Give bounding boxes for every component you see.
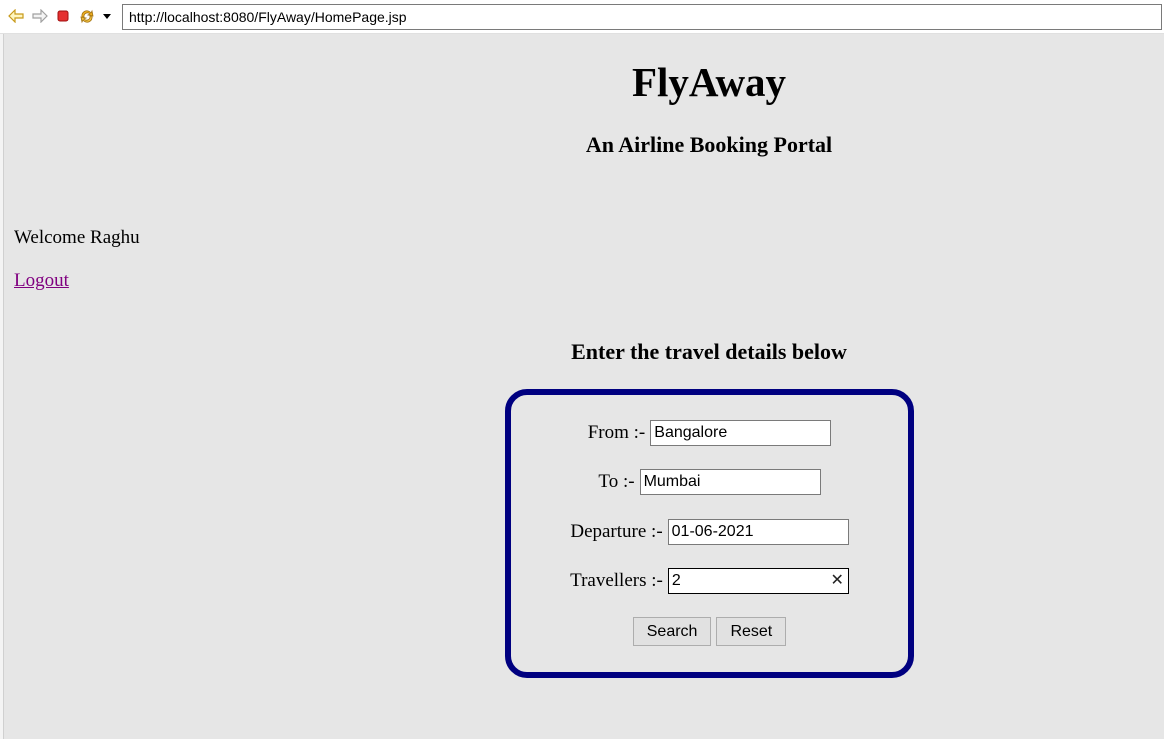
departure-row: Departure :- <box>511 519 908 545</box>
from-label: From :- <box>587 422 646 443</box>
refresh-icon[interactable] <box>78 7 96 25</box>
page-title: FlyAway <box>631 59 787 105</box>
search-button[interactable]: Search <box>632 617 712 646</box>
travellers-row: Travellers :- ✕ <box>511 568 908 594</box>
travellers-input[interactable] <box>667 568 849 594</box>
travellers-field: ✕ <box>667 568 849 594</box>
to-row: To :- <box>511 469 908 495</box>
dropdown-icon[interactable] <box>98 7 116 25</box>
form-actions: Search Reset <box>511 617 908 646</box>
logout-link[interactable]: Logout <box>14 269 69 293</box>
back-arrow-icon[interactable] <box>7 7 25 25</box>
stop-icon[interactable] <box>54 7 72 25</box>
from-input[interactable] <box>650 420 832 446</box>
browser-toolbar: http://localhost:8080/FlyAway/HomePage.j… <box>0 0 1164 34</box>
address-bar[interactable]: http://localhost:8080/FlyAway/HomePage.j… <box>122 4 1162 30</box>
welcome-text: Welcome Raghu <box>14 227 140 248</box>
to-label: To :- <box>598 471 635 492</box>
page-subtitle: An Airline Booking Portal <box>585 132 833 157</box>
reset-button[interactable]: Reset <box>716 617 787 646</box>
forward-arrow-icon[interactable] <box>31 7 49 25</box>
travellers-label: Travellers :- <box>570 570 663 591</box>
departure-input[interactable] <box>667 519 849 545</box>
departure-label: Departure :- <box>570 521 663 542</box>
clear-icon[interactable]: ✕ <box>830 571 843 591</box>
travel-form: From :- To :- Departure :- Travellers :-… <box>505 389 914 678</box>
from-row: From :- <box>511 420 908 446</box>
to-input[interactable] <box>639 469 821 495</box>
form-heading: Enter the travel details below <box>571 339 847 364</box>
